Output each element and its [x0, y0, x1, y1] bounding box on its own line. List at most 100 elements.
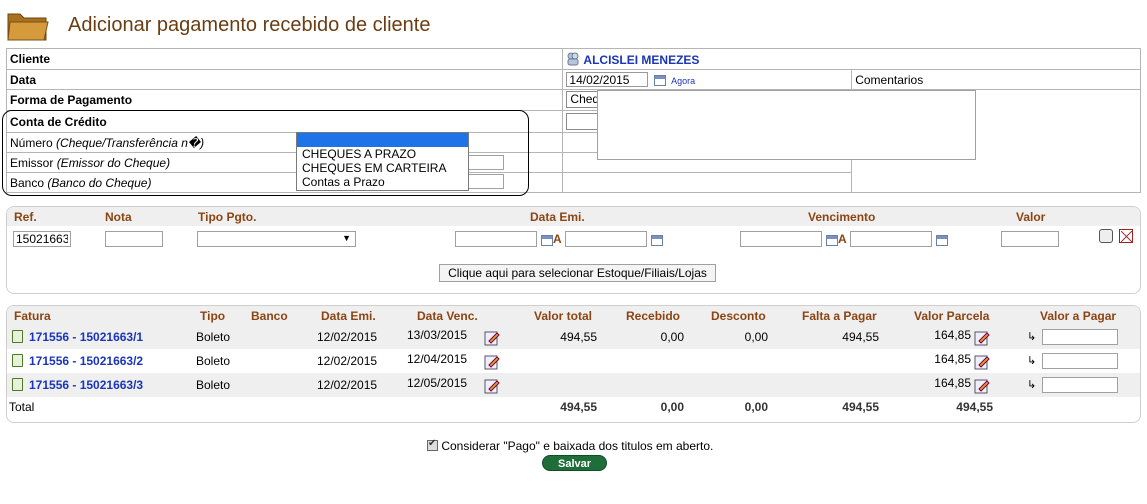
table-row: 171556 - 15021663/3 Boleto 12/02/2015 12…	[7, 373, 1140, 397]
ref-panel-header: Ref. Nota Tipo Pgto. Data Emi. Venciment…	[7, 207, 1140, 226]
data-venc-cell: 12/05/2015	[407, 376, 468, 390]
data-venc-cell: 13/03/2015	[407, 328, 468, 342]
total-valor-total: 494,55	[560, 400, 597, 414]
tipo-cell: Boleto	[196, 354, 231, 368]
falta-cell: 494,55	[842, 330, 879, 344]
edit-icon[interactable]	[484, 330, 500, 346]
arrow-right-icon: ↳	[1027, 331, 1037, 343]
data-venc-header: Data Venc.	[417, 309, 478, 323]
calendar-icon[interactable]	[541, 235, 553, 246]
agora-link[interactable]: Agora	[671, 76, 695, 86]
comentarios-textarea[interactable]	[597, 90, 976, 160]
client-link[interactable]: ALCISLEI MENEZES	[583, 53, 699, 67]
data-emi-cell: 12/02/2015	[317, 378, 378, 392]
total-row: Total 494,55 0,00 0,00 494,55 494,55	[7, 398, 1140, 415]
nota-input[interactable]	[105, 231, 163, 247]
user-icon	[567, 52, 579, 65]
fatura-cell[interactable]: 171556 - 15021663/3	[12, 378, 143, 392]
data-label: Data	[5, 69, 564, 90]
total-falta: 494,55	[842, 400, 879, 414]
calendar-icon[interactable]	[653, 74, 666, 86]
emissor-input[interactable]	[468, 155, 504, 170]
edit-icon[interactable]	[484, 354, 500, 370]
add-icon[interactable]	[1099, 229, 1113, 243]
data-emi-end-input[interactable]	[565, 231, 647, 247]
tipo-cell: Boleto	[196, 378, 231, 392]
numero-label: Número	[10, 135, 53, 150]
valor-total-cell: 494,55	[560, 330, 597, 344]
banco-input[interactable]	[468, 174, 504, 189]
desconto-header: Desconto	[711, 309, 766, 323]
fatura-header-row: Fatura Tipo Banco Data Emi. Data Venc. V…	[7, 306, 1140, 325]
ref-panel: Ref. Nota Tipo Pgto. Data Emi. Venciment…	[6, 206, 1141, 294]
forma-pagamento-label: Forma de Pagamento	[5, 89, 564, 111]
valor-pagar-input[interactable]	[1042, 353, 1118, 369]
fatura-cell[interactable]: 171556 - 15021663/2	[12, 354, 143, 368]
range-separator: A	[838, 232, 847, 246]
edit-icon[interactable]	[974, 378, 990, 394]
table-row: 171556 - 15021663/2 Boleto 12/02/2015 12…	[7, 349, 1140, 373]
data-emi-header: Data Emi.	[530, 210, 585, 224]
valor-parcela-header: Valor Parcela	[914, 309, 990, 323]
nota-header: Nota	[105, 210, 132, 224]
select-estoque-button[interactable]: Clique aqui para selecionar Estoque/Fili…	[439, 264, 716, 282]
fatura-panel: Fatura Tipo Banco Data Emi. Data Venc. V…	[6, 305, 1141, 423]
banco-header: Banco	[251, 309, 288, 323]
fatura-header: Fatura	[14, 309, 51, 323]
recebido-cell: 0,00	[660, 330, 684, 344]
fatura-cell[interactable]: 171556 - 15021663/1	[12, 330, 143, 344]
dropdown-option[interactable]: CHEQUES A PRAZO	[297, 147, 468, 161]
valor-header: Valor	[1016, 210, 1046, 224]
document-icon	[12, 378, 23, 391]
tipo-header: Tipo	[200, 309, 226, 323]
parcela-cell: 164,85	[934, 352, 971, 366]
recebido-header: Recebido	[626, 309, 681, 323]
range-separator: A	[553, 232, 562, 246]
table-row: 171556 - 15021663/1 Boleto 12/02/2015 13…	[7, 325, 1140, 349]
edit-icon[interactable]	[974, 354, 990, 370]
page-header: Adicionar pagamento recebido de cliente	[6, 6, 606, 42]
conta-credito-label: Conta de Crédito	[5, 110, 564, 133]
conta-credito-dropdown[interactable]: CHEQUES A PRAZO CHEQUES EM CARTEIRA Cont…	[296, 132, 469, 191]
calendar-icon[interactable]	[651, 235, 663, 246]
save-button[interactable]: Salvar	[542, 455, 607, 471]
valor-input[interactable]	[1001, 231, 1059, 247]
date-input[interactable]	[566, 72, 649, 87]
dropdown-option[interactable]: CHEQUES EM CARTEIRA	[297, 161, 468, 175]
data-venc-cell: 12/04/2015	[407, 352, 468, 366]
total-parcela: 494,55	[956, 400, 993, 414]
falta-pagar-header: Falta a Pagar	[802, 309, 877, 323]
vencimento-end-input[interactable]	[850, 231, 932, 247]
chevron-down-icon: ▼	[342, 233, 351, 243]
total-desconto: 0,00	[744, 400, 768, 414]
desconto-cell: 0,00	[744, 330, 768, 344]
vencimento-header: Vencimento	[808, 210, 876, 224]
tipo-cell: Boleto	[196, 330, 231, 344]
consider-label: Considerar "Pago" e baixada dos titulos …	[441, 439, 714, 453]
ref-input[interactable]	[13, 231, 71, 247]
edit-icon[interactable]	[484, 378, 500, 394]
vencimento-start-input[interactable]	[740, 231, 822, 247]
edit-icon[interactable]	[974, 330, 990, 346]
delete-icon[interactable]	[1119, 229, 1133, 243]
document-icon	[12, 354, 23, 367]
valor-pagar-input[interactable]	[1042, 329, 1118, 345]
dropdown-option[interactable]: Contas a Prazo	[297, 175, 468, 189]
consider-checkbox-row[interactable]: Considerar "Pago" e baixada dos titulos …	[427, 438, 714, 453]
valor-pagar-input[interactable]	[1042, 377, 1118, 393]
data-emi-start-input[interactable]	[455, 231, 537, 247]
data-emi-cell: 12/02/2015	[317, 354, 378, 368]
document-icon	[12, 330, 23, 343]
dropdown-option[interactable]	[297, 133, 468, 147]
banco-label: Banco	[10, 175, 45, 190]
consider-checkbox[interactable]	[427, 438, 438, 451]
cliente-label: Cliente	[5, 48, 564, 70]
valor-pagar-header: Valor a Pagar	[1040, 309, 1117, 323]
tipo-pgto-select[interactable]: ▼	[197, 231, 356, 247]
tipo-pgto-header: Tipo Pgto.	[198, 210, 257, 224]
calendar-icon[interactable]	[826, 235, 838, 246]
valor-total-header: Valor total	[534, 309, 593, 323]
emissor-hint: (Emissor do Cheque)	[56, 155, 171, 170]
data-emi-header: Data Emi.	[321, 309, 376, 323]
calendar-icon[interactable]	[936, 235, 948, 246]
